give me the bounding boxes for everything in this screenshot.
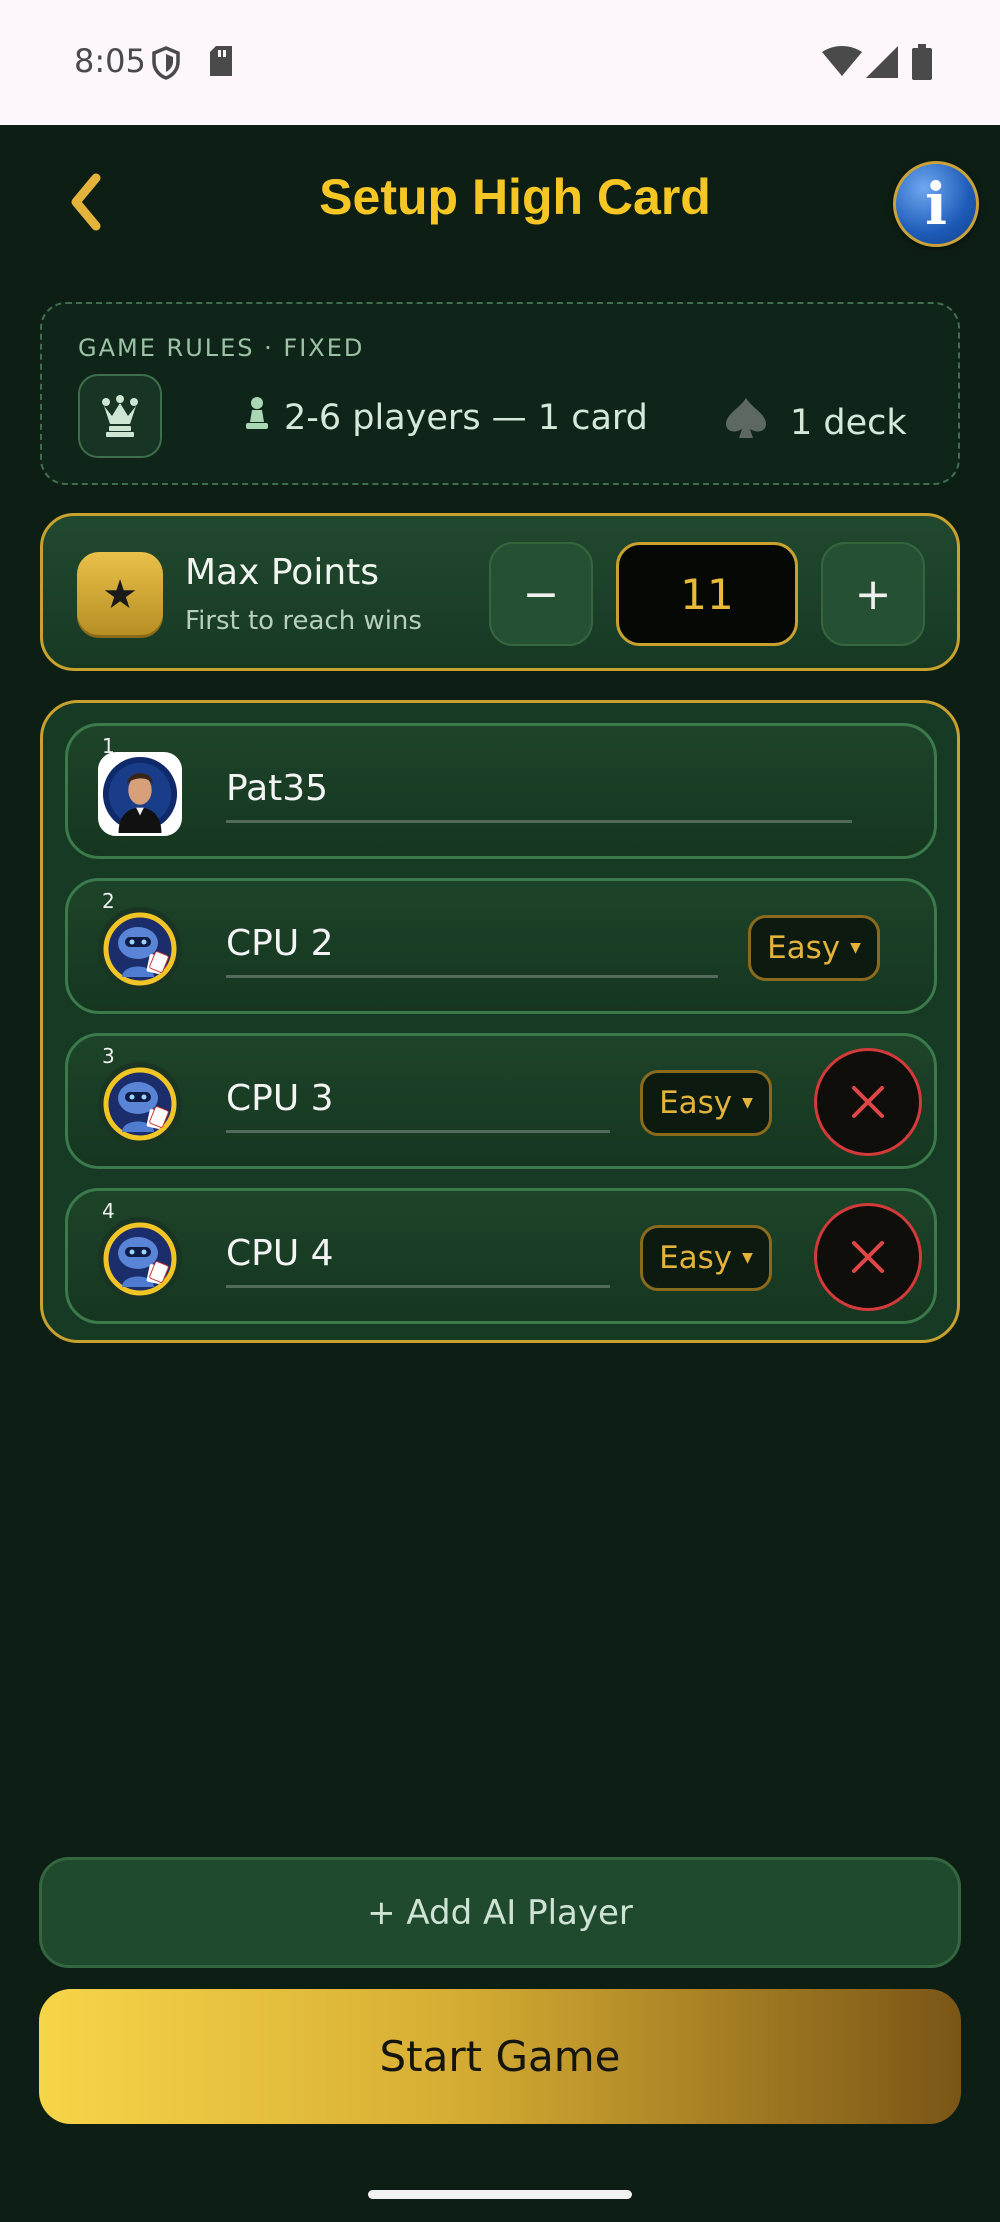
player-name-input[interactable]: Pat35: [226, 768, 328, 809]
player-avatar[interactable]: [98, 752, 182, 836]
pawn-icon: [244, 396, 270, 439]
rules-players-text: 2-6 players — 1 card: [284, 397, 648, 438]
robot-avatar-icon[interactable]: [98, 1217, 182, 1301]
add-ai-player-button[interactable]: + Add AI Player: [39, 1857, 961, 1968]
difficulty-value: Easy: [659, 1085, 733, 1121]
name-underline: [226, 1130, 610, 1133]
player-number: 3: [102, 1044, 115, 1068]
name-underline: [226, 820, 852, 823]
spade-icon: [724, 396, 768, 449]
battery-icon: [912, 44, 932, 84]
info-icon: i: [924, 170, 948, 238]
page-title: Setup High Card: [319, 169, 711, 225]
max-points-value[interactable]: 11: [616, 542, 798, 646]
robot-avatar-icon[interactable]: [98, 907, 182, 991]
player-name-input[interactable]: CPU 4: [226, 1233, 334, 1274]
status-bar: 8:05: [0, 0, 1000, 125]
player-row: 2 CPU 2 Easy ▼: [65, 878, 937, 1014]
max-points-subtitle: First to reach wins: [185, 606, 422, 636]
caret-down-icon: ▼: [742, 1250, 753, 1266]
wifi-icon: [822, 46, 862, 82]
difficulty-select[interactable]: Easy ▼: [748, 915, 880, 981]
decrease-points-button[interactable]: −: [489, 542, 593, 646]
home-indicator[interactable]: [368, 2190, 632, 2199]
difficulty-value: Easy: [767, 930, 841, 966]
name-underline: [226, 1285, 610, 1288]
difficulty-select[interactable]: Easy ▼: [640, 1225, 772, 1291]
remove-player-button[interactable]: [814, 1048, 922, 1156]
start-game-button[interactable]: Start Game: [39, 1989, 961, 2124]
crown-icon: [78, 374, 162, 458]
close-icon: [852, 1241, 884, 1273]
shield-icon: [152, 46, 180, 84]
player-name-input[interactable]: CPU 2: [226, 923, 334, 964]
back-icon[interactable]: [66, 172, 126, 242]
rules-deck: 1 deck: [724, 396, 907, 449]
rules-deck-text: 1 deck: [790, 402, 907, 443]
difficulty-value: Easy: [659, 1240, 733, 1276]
caret-down-icon: ▼: [850, 940, 861, 956]
player-number: 4: [102, 1199, 115, 1223]
max-points-title: Max Points: [185, 552, 380, 593]
difficulty-select[interactable]: Easy ▼: [640, 1070, 772, 1136]
player-number: 2: [102, 889, 115, 913]
player-row: 3 CPU 3 Easy ▼: [65, 1033, 937, 1169]
robot-avatar-icon[interactable]: [98, 1062, 182, 1146]
status-time: 8:05: [74, 42, 146, 80]
signal-icon: [866, 46, 898, 82]
players-list: 1 Pat35 2 CPU 2 Easy ▼ 3 CPU 3 Easy ▼ 4 …: [40, 700, 960, 1343]
player-row: 1 Pat35: [65, 723, 937, 859]
rules-players: 2-6 players — 1 card: [244, 396, 648, 439]
game-rules-card: GAME RULES · FIXED 2-6 players — 1 card …: [40, 302, 960, 485]
player-row: 4 CPU 4 Easy ▼: [65, 1188, 937, 1324]
rules-caption: GAME RULES · FIXED: [78, 334, 365, 362]
caret-down-icon: ▼: [742, 1095, 753, 1111]
star-icon: ★: [77, 552, 163, 638]
info-button[interactable]: i: [893, 161, 979, 247]
close-icon: [852, 1086, 884, 1118]
increase-points-button[interactable]: +: [821, 542, 925, 646]
remove-player-button[interactable]: [814, 1203, 922, 1311]
sd-card-icon: [208, 46, 234, 82]
name-underline: [226, 975, 718, 978]
player-name-input[interactable]: CPU 3: [226, 1078, 334, 1119]
max-points-card: ★ Max Points First to reach wins − 11 +: [40, 513, 960, 671]
